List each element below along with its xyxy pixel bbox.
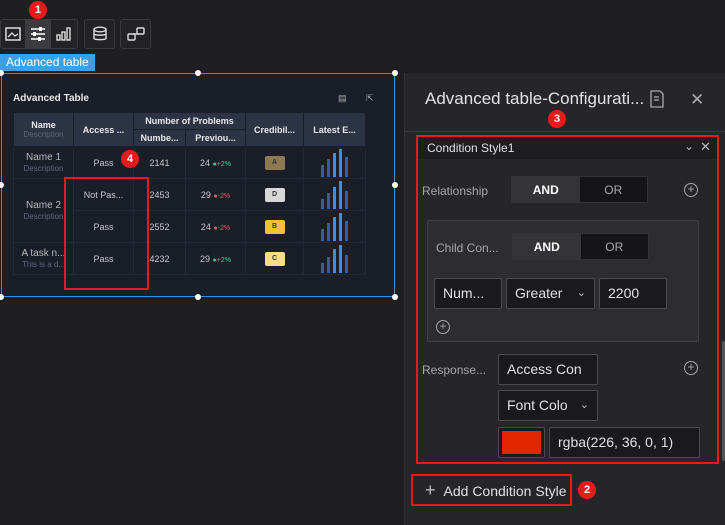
table-row: Name 1 Description Pass 2141 24 ●+2% A — [13, 146, 366, 179]
sliders-icon[interactable] — [25, 20, 51, 48]
toolbar-group — [0, 19, 78, 49]
header-previous: Previou... — [185, 129, 246, 147]
divider — [405, 131, 725, 132]
close-icon[interactable]: ✕ — [690, 90, 704, 110]
link-icon — [126, 27, 145, 41]
credibility-badge: D — [264, 187, 285, 202]
marker-2: 2 — [578, 481, 596, 499]
database-button[interactable] — [84, 19, 115, 49]
sparkline — [305, 244, 365, 273]
header-latest: Latest E... — [303, 112, 366, 147]
header-credibility: Credibil... — [245, 112, 304, 147]
header-num-group: Number of Problems — [133, 112, 246, 130]
header-access: Access ... — [73, 112, 134, 147]
header-number: Numbe... — [133, 129, 186, 147]
resize-handle[interactable] — [392, 70, 398, 76]
resize-handle[interactable] — [392, 182, 398, 188]
add-condition-highlight — [411, 474, 572, 506]
export-icon[interactable]: ▤ — [338, 93, 347, 104]
credibility-badge: B — [264, 219, 285, 234]
resize-handle[interactable] — [0, 294, 4, 300]
sparkline — [305, 148, 365, 177]
selection-tag: Advanced table — [0, 54, 95, 71]
advanced-table-widget[interactable]: Advanced Table ▤ ⇱ Name Description Acces… — [1, 73, 395, 297]
sparkline — [305, 212, 365, 241]
panel-title: Advanced table-Configurati... — [425, 89, 645, 108]
credibility-badge: A — [264, 155, 285, 170]
condition-style-highlight — [416, 135, 719, 464]
resize-handle[interactable] — [195, 294, 201, 300]
marker-3: 3 — [548, 110, 566, 128]
help-doc-icon[interactable] — [649, 90, 665, 113]
marker-4: 4 — [121, 150, 139, 168]
resize-handle[interactable] — [392, 294, 398, 300]
sparkline — [305, 180, 365, 209]
image-icon[interactable] — [1, 20, 25, 48]
bar-chart-icon[interactable] — [51, 20, 77, 48]
header-name: Name Description — [13, 112, 74, 147]
marker-1: 1 — [29, 1, 47, 19]
widget-title: Advanced Table — [13, 93, 89, 104]
link-button[interactable] — [120, 19, 151, 49]
credibility-badge: C — [264, 251, 285, 266]
resize-handle[interactable] — [195, 70, 201, 76]
expand-icon[interactable]: ⇱ — [366, 93, 374, 104]
access-column-highlight — [64, 177, 149, 290]
database-icon — [92, 26, 107, 41]
